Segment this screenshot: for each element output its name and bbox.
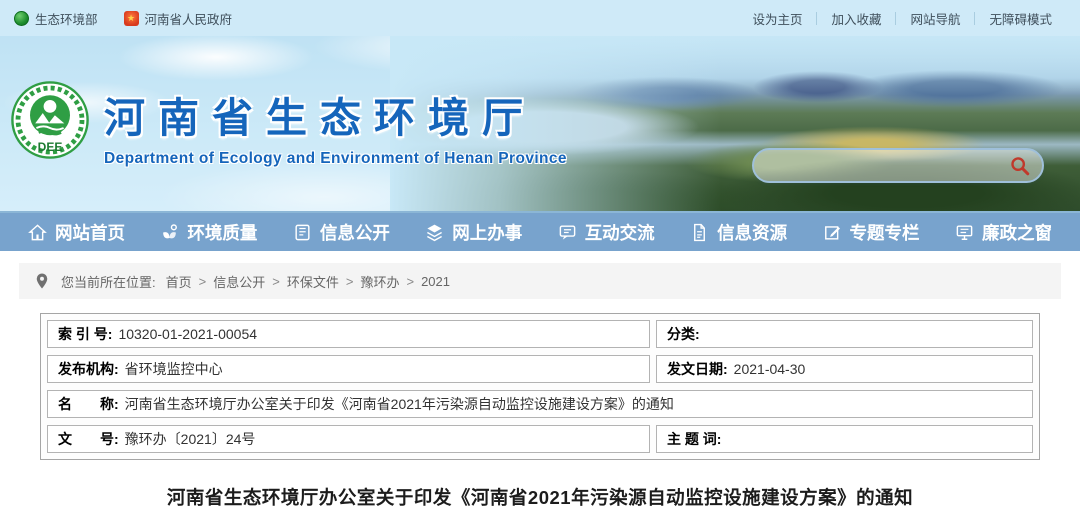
search-icon: [1009, 155, 1031, 177]
site-logo-link[interactable]: DEE 河南省生态环境厅 Department of Ecology and E…: [10, 80, 567, 168]
site-subtitle-en: Department of Ecology and Environment of…: [104, 150, 567, 168]
layers-icon: [425, 223, 444, 242]
table-row: 发布机构:省环境监控中心 发文日期:2021-04-30: [47, 355, 1033, 383]
cell-document-name: 名 称:河南省生态环境厅办公室关于印发《河南省2021年污染源自动监控设施建设方…: [47, 390, 1033, 418]
site-title: 河南省生态环境厅: [104, 84, 567, 144]
link-accessibility-mode[interactable]: 无障碍模式: [975, 9, 1066, 28]
link-mee[interactable]: 生态环境部: [14, 9, 98, 28]
breadcrumb-item-2021[interactable]: 2021: [421, 274, 450, 289]
article-title: 河南省生态环境厅办公室关于印发《河南省2021年污染源自动监控设施建设方案》的通…: [40, 484, 1040, 510]
main-nav: 网站首页 环境质量 信息公开 网上办事 互动交流 信息资源: [0, 213, 1080, 251]
cell-issuing-agency: 发布机构:省环境监控中心: [47, 355, 650, 383]
link-site-map[interactable]: 网站导航: [896, 9, 974, 28]
link-add-favorite[interactable]: 加入收藏: [817, 9, 895, 28]
breadcrumb-item-home[interactable]: 首页: [166, 272, 192, 291]
breadcrumb-separator: >: [406, 274, 414, 289]
location-pin-icon: [33, 272, 51, 290]
edit-icon: [823, 223, 842, 242]
link-henan-gov-label: 河南省人民政府: [145, 9, 233, 28]
monitor-icon: [955, 223, 974, 242]
cell-document-number: 文 号:豫环办〔2021〕24号: [47, 425, 650, 453]
link-henan-gov[interactable]: ★ 河南省人民政府: [124, 9, 233, 28]
breadcrumb-separator: >: [272, 274, 280, 289]
nav-item-integrity-window[interactable]: 廉政之窗: [955, 220, 1052, 245]
home-icon: [28, 223, 47, 242]
svg-text:DEE: DEE: [38, 140, 63, 154]
dee-logo-icon: DEE: [10, 80, 90, 160]
cell-issue-date: 发文日期:2021-04-30: [656, 355, 1033, 383]
document-icon: [690, 223, 709, 242]
breadcrumb-prefix: 您当前所在位置:: [61, 272, 156, 291]
breadcrumb-separator: >: [199, 274, 207, 289]
nav-item-env-quality[interactable]: 环境质量: [160, 220, 257, 245]
mee-logo-icon: [14, 11, 29, 26]
breadcrumb-separator: >: [346, 274, 354, 289]
top-utility-bar: 生态环境部 ★ 河南省人民政府 设为主页 加入收藏 网站导航 无障碍模式: [0, 0, 1080, 36]
cell-keywords: 主 题 词:: [656, 425, 1033, 453]
search-button[interactable]: [1006, 152, 1034, 180]
cell-category: 分类:: [656, 320, 1033, 348]
link-set-homepage[interactable]: 设为主页: [738, 9, 816, 28]
link-mee-label: 生态环境部: [35, 9, 98, 28]
nav-item-home[interactable]: 网站首页: [28, 220, 125, 245]
book-icon: [293, 223, 312, 242]
table-row: 索 引 号:10320-01-2021-00054 分类:: [47, 320, 1033, 348]
cell-index-number: 索 引 号:10320-01-2021-00054: [47, 320, 650, 348]
breadcrumb: 您当前所在位置: 首页 > 信息公开 > 环保文件 > 豫环办 > 2021: [19, 263, 1061, 299]
table-row: 文 号:豫环办〔2021〕24号 主 题 词:: [47, 425, 1033, 453]
breadcrumb-item-info-disclosure[interactable]: 信息公开: [213, 272, 265, 291]
document-info-table: 索 引 号:10320-01-2021-00054 分类: 发布机构:省环境监控…: [40, 313, 1040, 460]
chat-icon: [558, 223, 577, 242]
search-input[interactable]: [770, 150, 1006, 181]
breadcrumb-item-yuhuanban[interactable]: 豫环办: [360, 272, 399, 291]
breadcrumb-item-env-documents[interactable]: 环保文件: [287, 272, 339, 291]
henan-gov-emblem-icon: ★: [124, 11, 139, 26]
nav-item-info-disclosure[interactable]: 信息公开: [293, 220, 390, 245]
nav-item-online-services[interactable]: 网上办事: [425, 220, 522, 245]
site-banner: DEE 河南省生态环境厅 Department of Ecology and E…: [0, 36, 1080, 213]
search-box: [752, 148, 1044, 183]
nav-item-interaction[interactable]: 互动交流: [558, 220, 655, 245]
leaf-icon: [160, 223, 179, 242]
nav-item-info-resources[interactable]: 信息资源: [690, 220, 787, 245]
nav-item-special-topics[interactable]: 专题专栏: [823, 220, 920, 245]
table-row: 名 称:河南省生态环境厅办公室关于印发《河南省2021年污染源自动监控设施建设方…: [47, 390, 1033, 418]
